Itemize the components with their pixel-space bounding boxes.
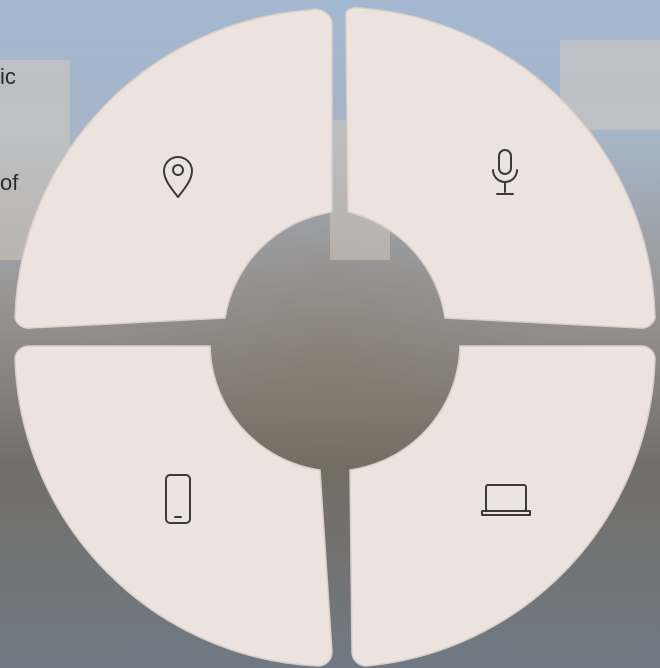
segment-mobile[interactable] <box>14 345 333 667</box>
service-wheel <box>14 6 656 667</box>
segment-laptop[interactable] <box>349 345 656 667</box>
segment-voice[interactable] <box>345 6 656 329</box>
